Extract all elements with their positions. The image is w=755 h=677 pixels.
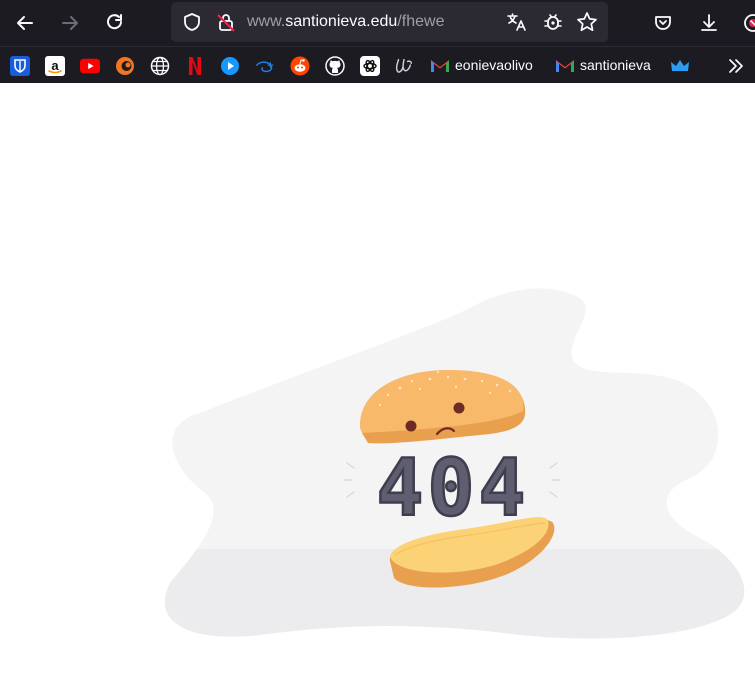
bitwarden-icon bbox=[10, 56, 30, 76]
bookmark-openai[interactable] bbox=[360, 56, 380, 76]
bookmark-crown[interactable] bbox=[670, 56, 690, 76]
script-logo-icon bbox=[395, 58, 412, 73]
reload-button[interactable] bbox=[98, 6, 132, 40]
bookmark-bitwarden[interactable] bbox=[10, 56, 30, 76]
error-code-text: 404 bbox=[377, 444, 530, 534]
prime-video-icon bbox=[221, 57, 239, 75]
error-404-illustration: 404 bbox=[164, 288, 745, 639]
forward-button[interactable] bbox=[53, 6, 87, 40]
site-info-button[interactable] bbox=[213, 9, 239, 35]
amazon-icon: a bbox=[45, 56, 65, 76]
bookmark-crunchyroll[interactable] bbox=[115, 56, 135, 76]
github-icon bbox=[325, 56, 345, 76]
back-button[interactable] bbox=[8, 6, 42, 40]
download-icon bbox=[701, 14, 717, 31]
openai-icon bbox=[360, 56, 380, 76]
arrow-left-icon bbox=[17, 16, 33, 30]
tracking-protection-button[interactable] bbox=[179, 9, 205, 35]
arrow-right-icon bbox=[62, 16, 78, 30]
netflix-icon bbox=[189, 57, 201, 75]
double-chevron-icon bbox=[729, 59, 743, 73]
url-host: santionieva.edu bbox=[285, 13, 398, 30]
pocket-button[interactable] bbox=[646, 6, 680, 40]
globe-icon bbox=[150, 56, 170, 76]
bookmarks-overflow-button[interactable] bbox=[726, 56, 746, 76]
translate-button[interactable] bbox=[504, 9, 530, 35]
bug-icon bbox=[544, 14, 562, 30]
bookmark-youtube[interactable] bbox=[80, 56, 100, 76]
disney-plus-icon bbox=[256, 61, 274, 73]
downloads-button[interactable] bbox=[692, 6, 726, 40]
star-icon bbox=[577, 12, 597, 32]
page-content: 404 bbox=[0, 83, 755, 677]
svg-text:a: a bbox=[51, 58, 59, 73]
reload-icon bbox=[107, 14, 122, 30]
bookmark-script-logo[interactable] bbox=[394, 56, 414, 76]
bookmark-globe[interactable] bbox=[150, 56, 170, 76]
url-path: /fhewe bbox=[397, 13, 445, 30]
crunchyroll-icon bbox=[116, 57, 134, 75]
url-text[interactable]: www.santionieva.edu/fhewe bbox=[247, 13, 444, 31]
gmail-icon bbox=[431, 60, 449, 72]
url-prefix: www. bbox=[247, 13, 286, 30]
profile-button[interactable] bbox=[736, 6, 755, 40]
nav-toolbar: www.santionieva.edu/fhewe bbox=[0, 0, 755, 46]
blocked-badge-icon bbox=[744, 14, 755, 32]
crown-icon bbox=[671, 60, 689, 71]
gmail-icon bbox=[556, 60, 574, 72]
gmail-icon-1[interactable] bbox=[430, 56, 450, 76]
url-bar[interactable]: www.santionieva.edu/fhewe bbox=[171, 2, 608, 42]
bookmark-reddit[interactable] bbox=[290, 56, 310, 76]
bookmark-disney-plus[interactable] bbox=[255, 56, 275, 76]
youtube-icon bbox=[80, 58, 100, 74]
shield-icon bbox=[184, 13, 200, 31]
bookmarks-toolbar: a eonievaolivo santionieva bbox=[0, 46, 755, 83]
bookmark-amazon[interactable]: a bbox=[45, 56, 65, 76]
bookmark-gmail-santionieva[interactable]: santionieva bbox=[580, 57, 651, 73]
browser-window: www.santionieva.edu/fhewe a eonievaolivo… bbox=[0, 0, 755, 677]
bookmark-prime-video[interactable] bbox=[220, 56, 240, 76]
extension-button[interactable] bbox=[540, 9, 566, 35]
bookmark-star-button[interactable] bbox=[574, 9, 600, 35]
insecure-lock-icon bbox=[217, 14, 235, 32]
pocket-icon bbox=[655, 16, 671, 30]
bookmark-netflix[interactable] bbox=[185, 56, 205, 76]
translate-icon bbox=[507, 13, 526, 31]
reddit-icon bbox=[290, 56, 310, 76]
bookmark-gmail-eonievaolivo[interactable]: eonievaolivo bbox=[455, 57, 533, 73]
gmail-icon-2[interactable] bbox=[555, 56, 575, 76]
bookmark-github[interactable] bbox=[325, 56, 345, 76]
